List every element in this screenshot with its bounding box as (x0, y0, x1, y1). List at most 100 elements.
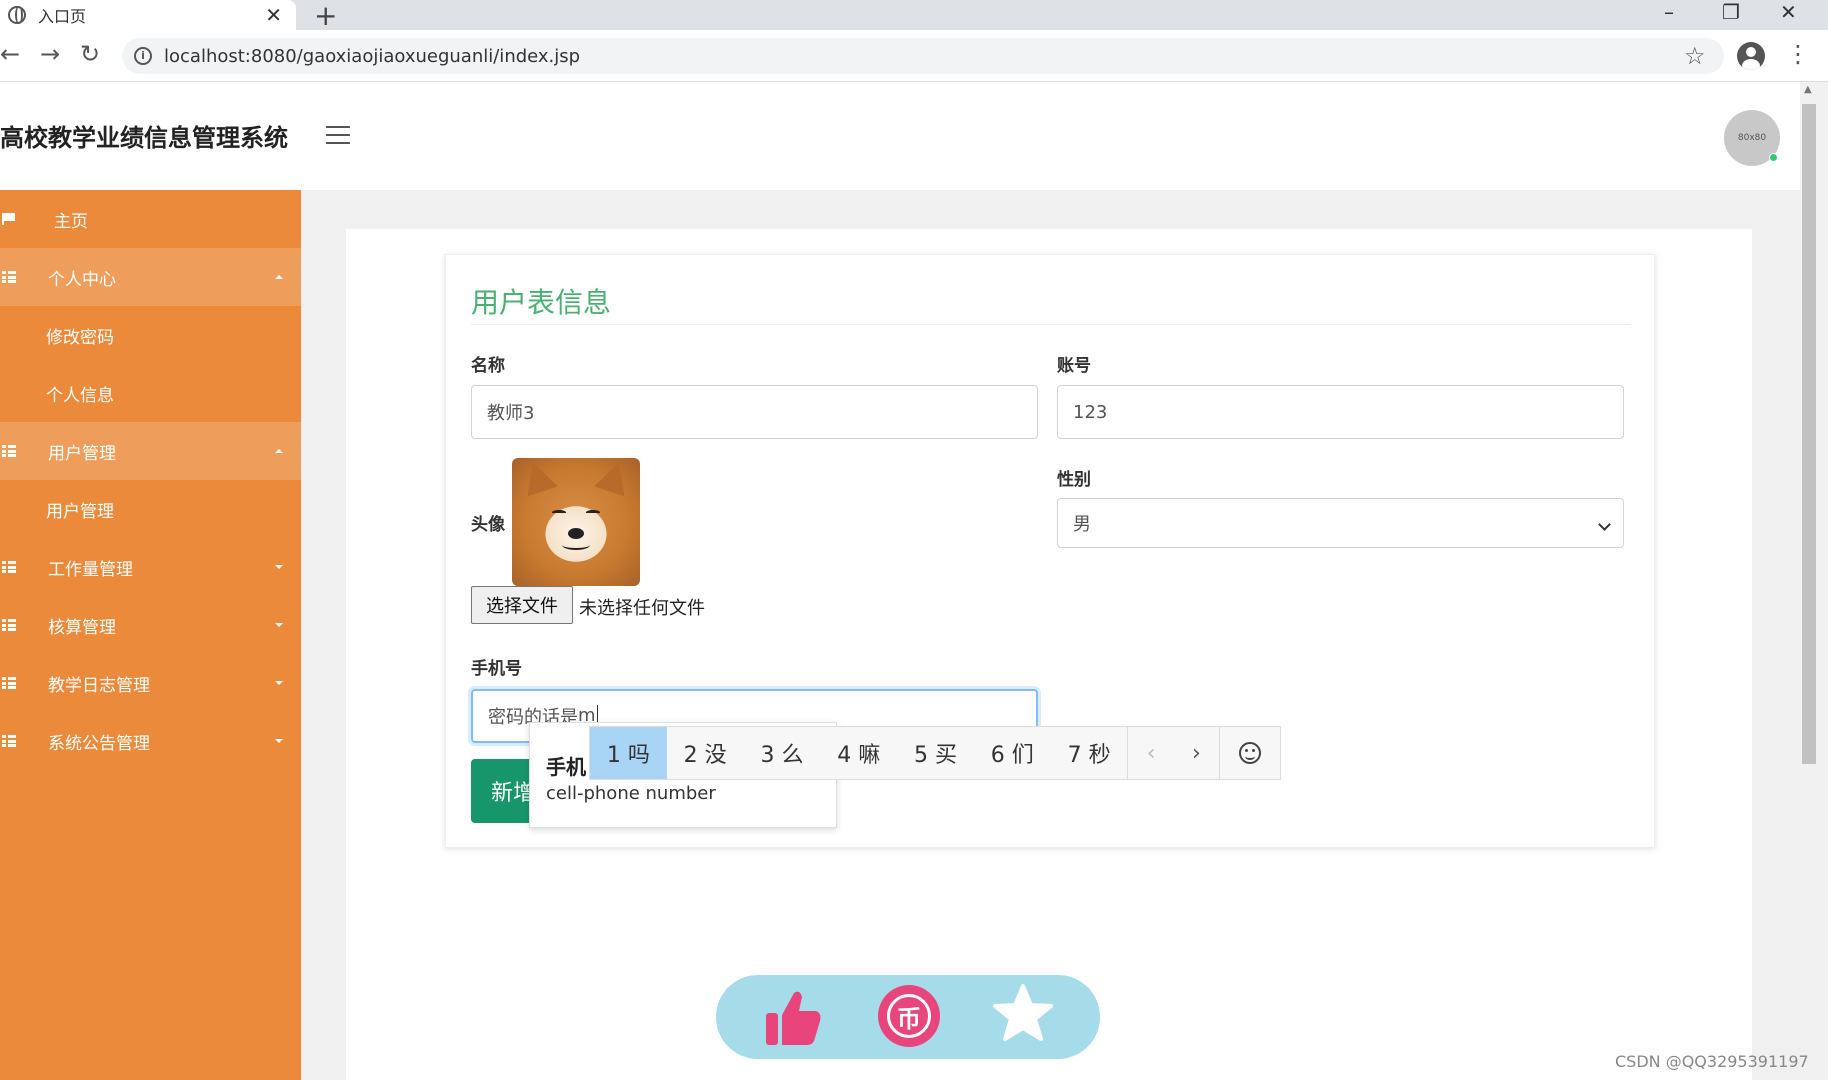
sidebar-subitem-label: 个人信息 (46, 385, 114, 406)
grid-icon (2, 445, 16, 457)
ime-prev-page-icon[interactable]: ‹ (1128, 727, 1173, 779)
sidebar-subitem-label: 修改密码 (46, 327, 114, 348)
sidebar-item-announcements[interactable]: 系统公告管理 (0, 712, 301, 770)
ime-candidate[interactable]: 5 买 (897, 727, 974, 779)
browser-tab-bar: 入口页 ✕ + – ❐ ✕ (0, 0, 1828, 32)
info-icon[interactable]: i (134, 47, 152, 65)
address-bar: ← → ↻ i localhost:8080/gaoxiaojiaoxuegua… (0, 30, 1828, 82)
ime-tip-word: 手机 (546, 755, 586, 779)
ime-tip-translation: cell-phone number (546, 783, 716, 804)
sidebar-item-home[interactable]: 主页 (0, 190, 301, 248)
url-field[interactable]: i localhost:8080/gaoxiaojiaoxueguanli/in… (122, 38, 1724, 74)
close-window-icon[interactable]: ✕ (1780, 0, 1797, 24)
favorite-icon[interactable] (992, 983, 1054, 1045)
file-status-text: 未选择任何文件 (579, 598, 705, 619)
ime-candidate[interactable]: 6 们 (974, 727, 1051, 779)
caret-down-icon (275, 623, 283, 627)
grid-icon (2, 619, 16, 631)
dog-ear-right (594, 458, 634, 497)
sidebar-item-accounting[interactable]: 核算管理 (0, 596, 301, 654)
grid-icon (2, 677, 16, 689)
ime-emoji-button[interactable] (1219, 727, 1280, 779)
ime-candidate[interactable]: 1 吗 (590, 727, 667, 779)
minimize-icon[interactable]: – (1664, 0, 1674, 24)
dog-eye-right (586, 510, 600, 515)
app-header: 高校教学业绩信息管理系统 80x80 (0, 82, 1800, 190)
restore-icon[interactable]: ❐ (1722, 0, 1740, 24)
coin-glyph: 币 (887, 994, 931, 1038)
watermark-text: CSDN @QQ3295391197 (1615, 1052, 1809, 1071)
form-title: 用户表信息 (471, 286, 612, 319)
sidebar-subitem-personal-info[interactable]: 个人信息 (0, 364, 301, 422)
gender-label: 性别 (1057, 470, 1091, 490)
ime-next-page-icon[interactable]: › (1174, 727, 1219, 779)
name-input-value: 教师3 (487, 403, 535, 424)
sidebar-item-label: 个人中心 (48, 269, 116, 290)
dog-eye-left (552, 510, 566, 515)
sidebar-subitem-label: 用户管理 (46, 501, 114, 522)
forward-icon[interactable]: → (40, 40, 60, 68)
caret-down-icon (275, 681, 283, 685)
floating-action-pill: 币 (716, 975, 1100, 1059)
caret-down-icon (275, 739, 283, 743)
dog-ear-left (518, 458, 558, 497)
phone-label: 手机号 (471, 659, 522, 679)
sidebar-item-label: 用户管理 (48, 443, 116, 464)
sidebar-item-personal-center[interactable]: 个人中心 (0, 248, 301, 306)
smiley-icon (1239, 742, 1262, 764)
name-input[interactable]: 教师3 (471, 385, 1038, 439)
profile-icon[interactable] (1737, 42, 1765, 70)
coin-icon[interactable]: 币 (878, 985, 940, 1047)
choose-file-button[interactable]: 选择文件 (471, 586, 573, 624)
name-label: 名称 (471, 356, 505, 376)
back-icon[interactable]: ← (0, 40, 20, 68)
ime-candidate[interactable]: 2 没 (667, 727, 744, 779)
avatar-placeholder-text: 80x80 (1737, 133, 1767, 143)
grid-icon (2, 271, 16, 283)
sidebar-subitem-user-management[interactable]: 用户管理 (0, 480, 301, 538)
grid-icon (2, 735, 16, 747)
reload-icon[interactable]: ↻ (80, 40, 100, 68)
browser-menu-icon[interactable]: ⋮ (1786, 40, 1810, 68)
flag-icon (2, 213, 16, 225)
tab-close-icon[interactable]: ✕ (265, 3, 282, 27)
avatar-image (512, 458, 640, 586)
scrollbar-thumb[interactable] (1802, 104, 1816, 764)
gender-select[interactable]: 男 (1057, 498, 1624, 548)
ime-candidate[interactable]: 4 嘛 (820, 727, 897, 779)
avatar-label: 头像 (471, 515, 505, 535)
tab-title: 入口页 (38, 7, 87, 26)
caret-up-icon (275, 449, 283, 453)
sidebar-item-label: 工作量管理 (48, 559, 133, 580)
sidebar-item-user-management[interactable]: 用户管理 (0, 422, 301, 480)
browser-tab[interactable]: 入口页 ✕ (0, 0, 296, 30)
user-avatar[interactable]: 80x80 (1724, 110, 1780, 166)
dog-nose (568, 528, 584, 539)
sidebar-subitem-change-password[interactable]: 修改密码 (0, 306, 301, 364)
chevron-down-icon (1598, 518, 1611, 531)
url-text: localhost:8080/gaoxiaojiaoxueguanli/inde… (164, 45, 581, 67)
scroll-up-arrow-icon[interactable]: ▲ (1804, 84, 1812, 95)
sidebar-item-label: 教学日志管理 (48, 675, 150, 696)
like-icon[interactable] (764, 987, 822, 1047)
dog-mouth (562, 540, 590, 550)
ime-candidate[interactable]: 3 么 (744, 727, 821, 779)
bookmark-star-icon[interactable]: ☆ (1684, 42, 1706, 70)
grid-icon (2, 561, 16, 573)
gender-select-value: 男 (1073, 514, 1091, 535)
account-input-value: 123 (1073, 401, 1108, 423)
caret-down-icon (275, 565, 283, 569)
sidebar-item-teaching-log[interactable]: 教学日志管理 (0, 654, 301, 712)
sidebar: 主页 个人中心 修改密码 个人信息 用户管理 用户管理 工作量管理 核算管理 教… (0, 190, 301, 1080)
online-status-dot (1769, 153, 1778, 162)
hamburger-menu-icon[interactable] (326, 126, 350, 144)
new-tab-button[interactable]: + (314, 0, 337, 32)
caret-up-icon (275, 275, 283, 279)
sidebar-item-workload[interactable]: 工作量管理 (0, 538, 301, 596)
account-label: 账号 (1057, 356, 1091, 376)
page-scrollbar[interactable]: ▲ (1800, 82, 1828, 1080)
ime-candidate[interactable]: 7 秒 (1051, 727, 1128, 779)
title-divider (471, 324, 1631, 325)
sidebar-item-label: 主页 (54, 211, 88, 232)
account-input[interactable]: 123 (1057, 385, 1624, 439)
